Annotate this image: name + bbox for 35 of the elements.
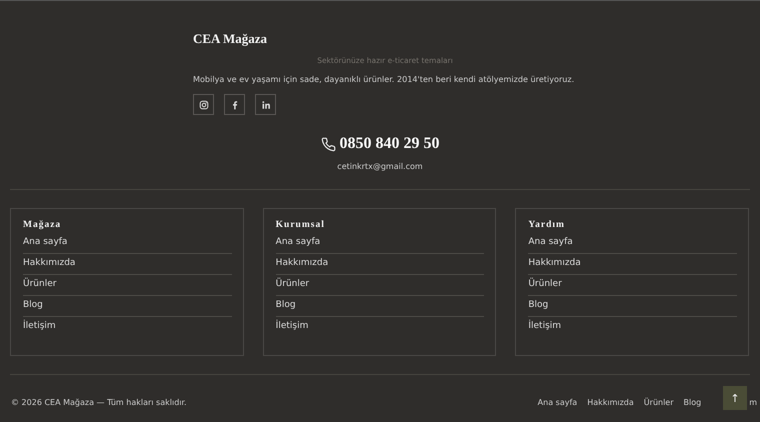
footer-link[interactable]: m <box>749 398 757 407</box>
footer-link[interactable]: Hakkımızda <box>276 254 484 275</box>
social-link[interactable] <box>224 94 245 115</box>
social-link[interactable] <box>193 94 214 115</box>
footer-link[interactable]: Ürünler <box>528 275 738 296</box>
footer-link[interactable]: Blog <box>528 296 738 317</box>
footer-link[interactable]: Ürünler <box>276 275 484 296</box>
phone-icon <box>320 136 336 152</box>
footer-link[interactable]: Blog <box>684 398 702 407</box>
footer-link[interactable]: Ana sayfa <box>528 233 738 254</box>
footer-link[interactable]: Blog <box>23 296 232 317</box>
footer-link[interactable]: Ürünler <box>644 398 674 407</box>
footer-link[interactable]: Hakkımızda <box>528 254 738 275</box>
copyright-text: © 2026 CEA Mağaza — Tüm hakları saklıdır. <box>11 398 187 407</box>
instagram-icon <box>198 100 208 110</box>
column-title: Mağaza <box>23 220 62 230</box>
column-title: Yardım <box>528 220 566 230</box>
phone-number: 0850 840 29 50 <box>340 135 440 153</box>
footer-link[interactable]: Hakkımızda <box>23 254 232 275</box>
footer-link[interactable]: Hakkımızda <box>587 398 634 407</box>
linkedin-icon <box>260 100 270 110</box>
footer-link[interactable]: Ana sayfa <box>276 233 484 254</box>
column-title: Kurumsal <box>276 220 326 230</box>
footer-link[interactable]: İletişim <box>23 317 232 337</box>
footer-link[interactable]: Ana sayfa <box>538 398 578 407</box>
footer-link[interactable]: İletişim <box>528 317 738 337</box>
brand-name: CEA Mağaza <box>193 31 268 47</box>
footer-link[interactable]: Blog <box>276 296 484 317</box>
brand-description: Mobilya ve ev yaşamı için sade, dayanıklı ürünler. 2014'ten beri kendi atölyemizde üretiyoruz. <box>193 74 576 84</box>
footer-link[interactable]: Ürünler <box>23 275 232 296</box>
footer-link[interactable]: Ana sayfa <box>23 233 232 254</box>
email-address: cetinkrtx@gmail.com <box>337 162 423 171</box>
social-link[interactable] <box>255 94 276 115</box>
back-to-top-button[interactable]: ↑ <box>723 386 747 410</box>
footer-link[interactable]: İletişim <box>276 317 484 337</box>
